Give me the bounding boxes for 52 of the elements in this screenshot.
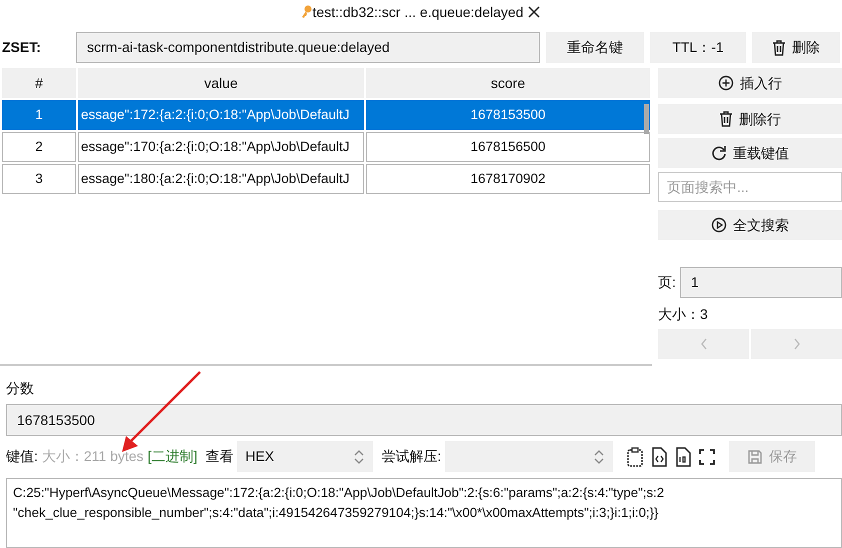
page-field[interactable]: 1 [680,267,842,298]
plus-circle-icon [718,75,734,91]
row-index-cell[interactable]: 3 [2,164,76,194]
binary-tag: [二进制] [148,446,198,467]
full-search-button[interactable]: 全文搜索 [658,210,842,240]
search-field[interactable]: 页面搜索中... [658,172,842,202]
value-size-text: 大小：211 bytes [42,447,144,466]
column-header[interactable]: score [366,68,650,98]
score-cell[interactable]: 1678156500 [366,132,650,162]
score-cell[interactable]: 1678170902 [366,164,650,194]
score-label: 分数 [6,379,35,398]
view-mode-select[interactable]: HEX [237,441,374,472]
chevron-right-icon [792,338,800,350]
refresh-icon [711,145,727,161]
key-icon [300,5,313,19]
column-header[interactable]: value [78,68,364,98]
fullscreen-icon[interactable] [697,446,718,466]
score-cell[interactable]: 1678153500 [366,100,650,130]
play-circle-icon [711,217,727,233]
spinner-arrows-icon [593,448,606,466]
value-cell[interactable]: essage":180:{a:2:{i:0;O:18:"App\Job\DefaultJ [78,164,364,194]
rename-key-button[interactable]: 重命名键 [546,32,644,63]
tab-title: test::db32::scr ... e.queue:delayed [312,2,524,22]
row-index-cell[interactable]: 2 [2,132,76,162]
value-cell[interactable]: essage":170:{a:2:{i:0;O:18:"App\Job\DefaultJ [78,132,364,162]
delete-row-button[interactable]: 删除行 [658,104,842,134]
scrollbar[interactable] [644,104,649,134]
page-label: 页: [658,273,676,292]
reload-button[interactable]: 重载键值 [658,138,842,168]
close-icon[interactable] [527,5,542,19]
trash-icon [772,40,786,56]
size-label: 大小：3 [658,305,709,324]
value-label: 键值: [6,447,38,466]
key-name-field[interactable]: scrm-ai-task-componentdistribute.queue:delayed [76,32,540,63]
decompress-label: 尝试解压: [381,447,442,466]
insert-row-button[interactable]: 插入行 [658,68,842,98]
ttl-button[interactable]: TTL：-1 [650,32,746,63]
spinner-arrows-icon [353,448,366,466]
trash-icon [719,111,733,127]
clipboard-icon[interactable] [625,446,646,466]
score-field[interactable]: 1678153500 [6,404,842,436]
key-type-label: ZSET: [1,38,42,57]
value-text-area[interactable] [6,478,842,548]
view-label: 查看 [205,447,234,466]
delete-button[interactable]: 删除 [752,32,840,63]
value-text-line: "chek_clue_responsible_number";s:4:"data";i:491542647359279104;}s:14:"\x00*\x00maxAttempts";i:3;}i:1;i:0;}} [13,504,660,522]
column-header[interactable]: # [2,68,76,98]
row-index-cell[interactable]: 1 [2,100,76,130]
value-text-line: C:25:"Hyperf\AsyncQueue\Message":172:{a:2:{i:0;O:18:"App\Job\DefaultJob":2:{s:6:"params";a:2:{s:4:"type";s:2 [13,484,666,502]
save-icon [747,448,764,464]
value-cell[interactable]: essage":172:{a:2:{i:0;O:18:"App\Job\DefaultJ [78,100,364,130]
chevron-left-icon [700,338,708,350]
